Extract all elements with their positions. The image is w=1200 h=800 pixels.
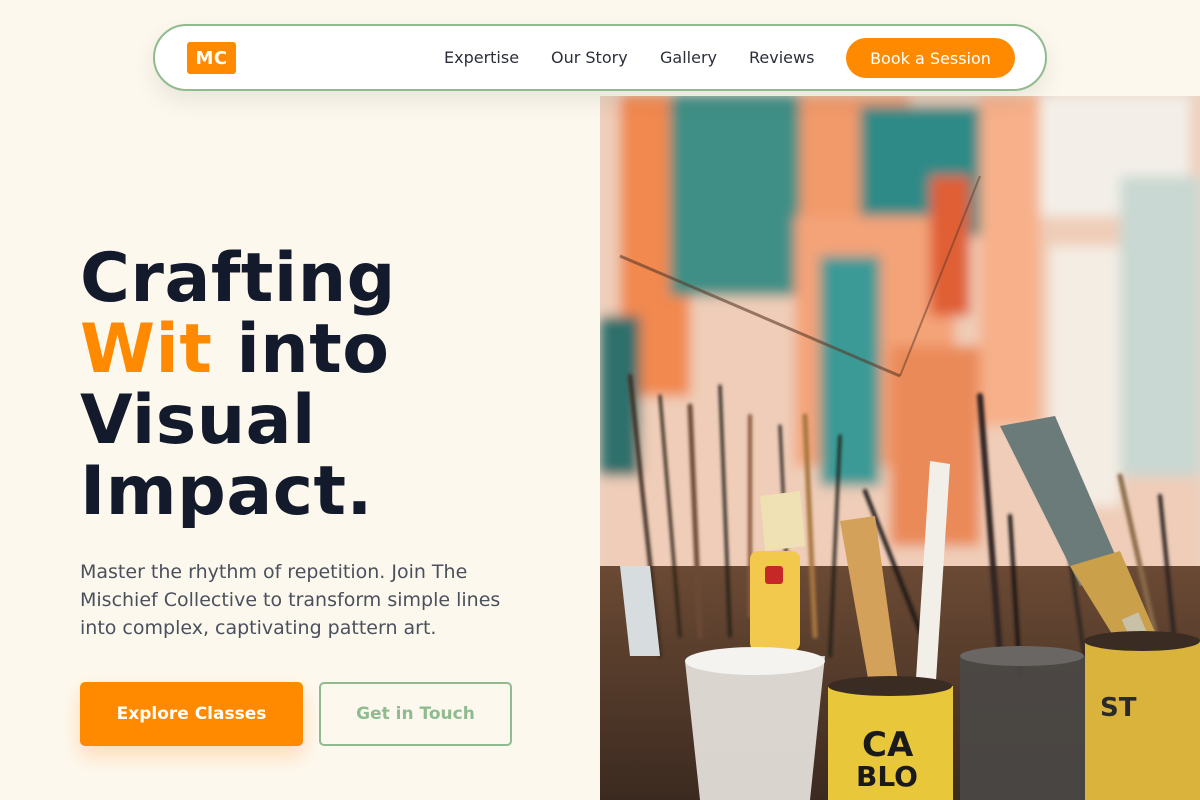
headline-accent: Wit	[80, 310, 213, 389]
hero-headline: Crafting Wit into Visual Impact.	[80, 243, 580, 527]
get-in-touch-button[interactable]: Get in Touch	[319, 682, 512, 746]
headline-line-4: Impact.	[80, 452, 373, 531]
nav-link-expertise[interactable]: Expertise	[444, 48, 519, 67]
nav-link-gallery[interactable]: Gallery	[660, 48, 717, 67]
art-studio-brushes-image: CA BLO ST	[600, 96, 1200, 800]
explore-classes-button[interactable]: Explore Classes	[80, 682, 303, 746]
svg-text:BLO: BLO	[856, 760, 918, 793]
headline-line-3: Visual	[80, 381, 316, 460]
landing-page: MC Expertise Our Story Gallery Reviews B…	[0, 0, 1200, 800]
book-session-button[interactable]: Book a Session	[846, 38, 1015, 78]
nav-link-our-story[interactable]: Our Story	[551, 48, 628, 67]
svg-text:CA: CA	[862, 725, 914, 765]
logo[interactable]: MC	[187, 42, 236, 74]
hero-subheading: Master the rhythm of repetition. Join Th…	[80, 561, 501, 639]
headline-line-2: into	[212, 310, 390, 389]
headline-line-1: Crafting	[80, 239, 396, 318]
nav-link-reviews[interactable]: Reviews	[749, 48, 814, 67]
top-navbar: MC Expertise Our Story Gallery Reviews B…	[153, 24, 1047, 91]
svg-text:ST: ST	[1100, 693, 1137, 723]
